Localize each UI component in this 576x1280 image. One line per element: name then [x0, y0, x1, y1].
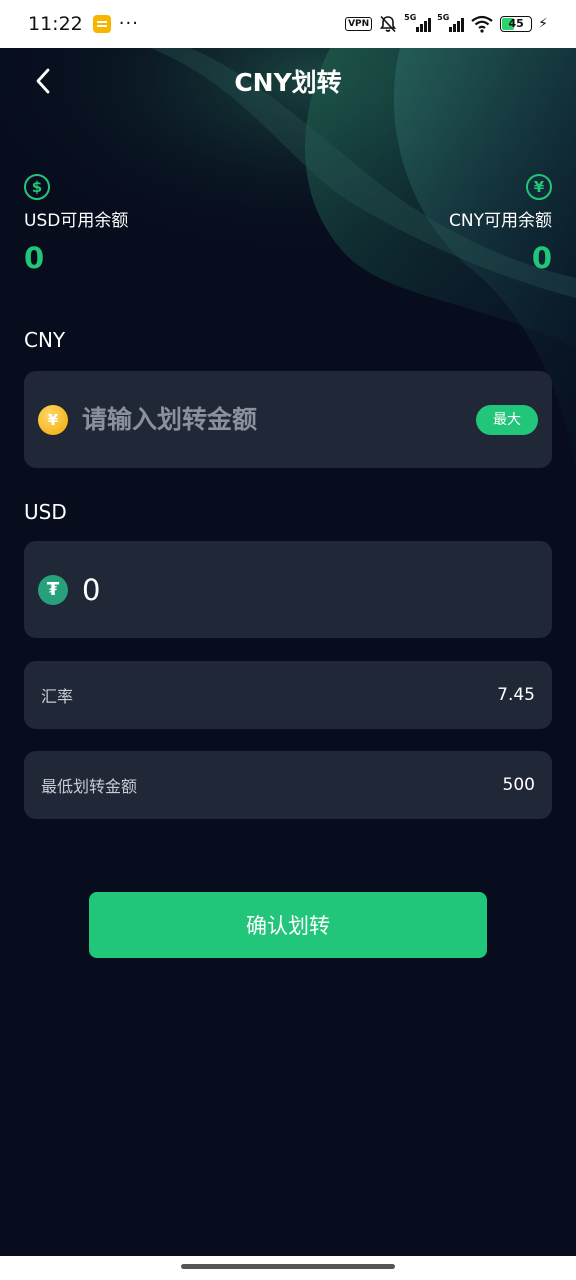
- status-icons: VPN 5G 5G 45 ⚡: [345, 13, 548, 34]
- app-screen: CNY划转 $ USD可用余额 0 ¥ CNY可用余额 0 CNY ¥ 最大 U…: [0, 48, 576, 1256]
- max-button[interactable]: 最大: [476, 404, 538, 435]
- battery-level: 45: [508, 17, 524, 30]
- gesture-bar: [0, 1256, 576, 1280]
- back-button[interactable]: [28, 66, 58, 96]
- mute-icon: [380, 15, 397, 33]
- usd-balance: $ USD可用余额 0: [24, 174, 128, 275]
- cny-amount-card: ¥ 最大: [24, 371, 552, 468]
- signal-icon: 5G: [404, 13, 432, 32]
- exchange-rate-row: 汇率 7.45: [24, 661, 552, 729]
- usd-balance-label: USD可用余额: [24, 211, 129, 231]
- tether-icon: ₮: [38, 574, 68, 605]
- more-notifications-icon: ···: [118, 13, 139, 34]
- usd-amount-value: 0: [82, 572, 101, 607]
- cny-balance-label: CNY可用余额: [449, 211, 552, 231]
- usd-section-label: USD: [24, 500, 67, 524]
- battery-icon: 45: [500, 16, 533, 32]
- cny-coin-icon: ¥: [38, 404, 68, 435]
- background-decoration: [0, 48, 576, 468]
- vpn-icon: VPN: [345, 17, 373, 31]
- min-transfer-value: 500: [502, 775, 535, 795]
- home-indicator[interactable]: [181, 1264, 395, 1269]
- top-nav: CNY划转: [0, 48, 576, 114]
- page-title: CNY划转: [234, 68, 342, 97]
- yuan-icon: ¥: [526, 174, 552, 200]
- usd-balance-value: 0: [24, 241, 45, 275]
- status-time: 11:22: [28, 13, 83, 35]
- network-type-2: 5G: [437, 13, 450, 22]
- exchange-rate-label: 汇率: [41, 687, 74, 706]
- note-icon: [92, 15, 111, 33]
- cny-amount-input[interactable]: [82, 389, 476, 450]
- charging-icon: ⚡: [538, 16, 548, 32]
- dollar-icon: $: [24, 174, 50, 200]
- usd-amount-card: ₮ 0: [24, 541, 552, 638]
- exchange-rate-value: 7.45: [497, 685, 535, 705]
- cny-balance: ¥ CNY可用余额 0: [449, 174, 552, 275]
- network-type: 5G: [404, 13, 417, 22]
- cny-balance-value: 0: [531, 241, 552, 275]
- min-transfer-label: 最低划转金额: [41, 777, 138, 796]
- min-transfer-row: 最低划转金额 500: [24, 751, 552, 819]
- chevron-left-icon: [36, 68, 50, 94]
- signal-icon-2: 5G: [437, 13, 465, 32]
- cny-section-label: CNY: [24, 328, 66, 352]
- status-bar: 11:22 ··· VPN 5G 5G 45 ⚡: [0, 0, 576, 48]
- confirm-transfer-button[interactable]: 确认划转: [89, 892, 487, 958]
- wifi-icon: [471, 15, 493, 33]
